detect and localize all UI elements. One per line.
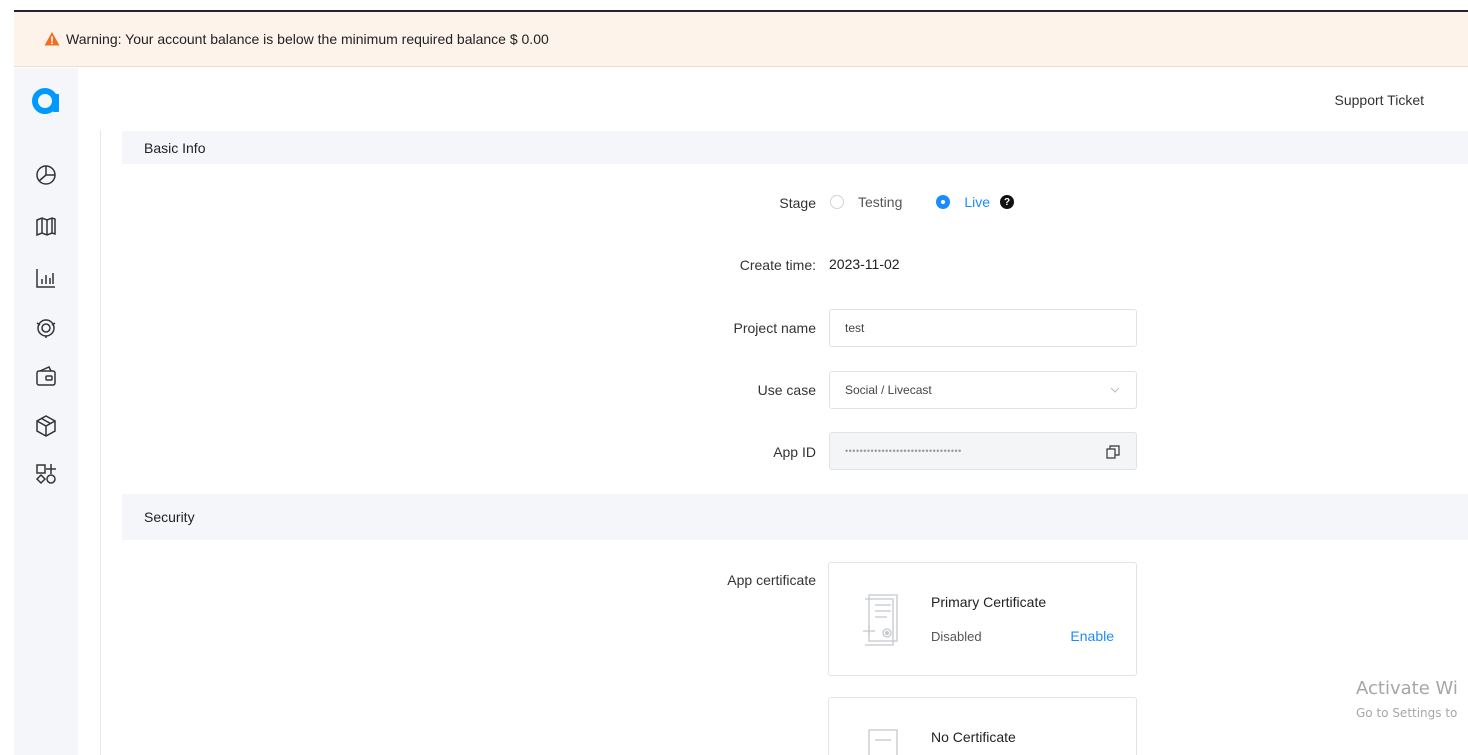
secondary-certificate-title: No Certificate <box>931 729 1016 745</box>
use-case-select[interactable]: Social / Livecast <box>829 371 1137 409</box>
activate-windows-watermark: Activate Wi <box>1356 678 1458 699</box>
certificate-icon <box>863 594 898 646</box>
sidebar <box>14 68 78 755</box>
cube-icon[interactable] <box>34 414 58 438</box>
project-name-value: test <box>845 321 865 335</box>
wallet-icon[interactable] <box>34 364 58 388</box>
app-id-value: •••••••••••••••••••••••••••••••• <box>845 446 962 456</box>
security-header: Security <box>122 494 1468 540</box>
map-icon[interactable] <box>34 214 58 238</box>
chevron-down-icon <box>1110 387 1120 393</box>
stage-radio-group: Testing Live ? <box>830 194 1015 210</box>
primary-certificate-status: Disabled <box>931 629 982 644</box>
warning-text: Warning: Your account balance is below t… <box>66 31 549 47</box>
primary-certificate-title: Primary Certificate <box>931 594 1047 610</box>
pie-chart-icon[interactable] <box>34 162 58 186</box>
app-id-field: •••••••••••••••••••••••••••••••• <box>829 432 1137 470</box>
basic-info-title: Basic Info <box>144 139 206 156</box>
support-ticket-link[interactable]: Support Ticket <box>1335 92 1425 108</box>
basic-info-header: Basic Info <box>122 131 1468 164</box>
copy-icon[interactable] <box>1106 445 1120 459</box>
stage-label: Stage <box>779 195 816 211</box>
support-icon[interactable] <box>34 316 58 340</box>
warning-banner: Warning: Your account balance is below t… <box>14 12 1468 67</box>
app-id-label: App ID <box>773 444 816 460</box>
stage-testing-radio[interactable] <box>830 195 844 209</box>
activate-windows-subtitle: Go to Settings to <box>1356 706 1458 720</box>
help-icon[interactable]: ? <box>1000 195 1015 209</box>
brand-logo[interactable] <box>31 86 61 116</box>
enable-certificate-button[interactable]: Enable <box>1070 628 1114 644</box>
project-name-label: Project name <box>733 320 816 336</box>
add-extension-icon[interactable] <box>34 462 58 486</box>
stage-live-label[interactable]: Live <box>964 194 990 210</box>
stage-live-radio[interactable] <box>936 195 951 209</box>
warning-icon <box>44 32 60 46</box>
security-title: Security <box>144 509 195 525</box>
content-divider <box>100 130 101 755</box>
secondary-certificate-card: No Certificate <box>828 697 1137 755</box>
create-time-value: 2023-11-02 <box>829 256 900 272</box>
bar-chart-icon[interactable] <box>34 266 58 290</box>
create-time-label: Create time: <box>739 257 816 273</box>
project-name-input[interactable]: test <box>829 309 1137 347</box>
stage-testing-label[interactable]: Testing <box>858 194 902 210</box>
app-certificate-label: App certificate <box>727 572 816 588</box>
primary-certificate-card: Primary Certificate Disabled Enable <box>828 562 1137 676</box>
use-case-label: Use case <box>757 382 816 398</box>
certificate-icon <box>868 729 898 755</box>
use-case-value: Social / Livecast <box>845 383 932 397</box>
